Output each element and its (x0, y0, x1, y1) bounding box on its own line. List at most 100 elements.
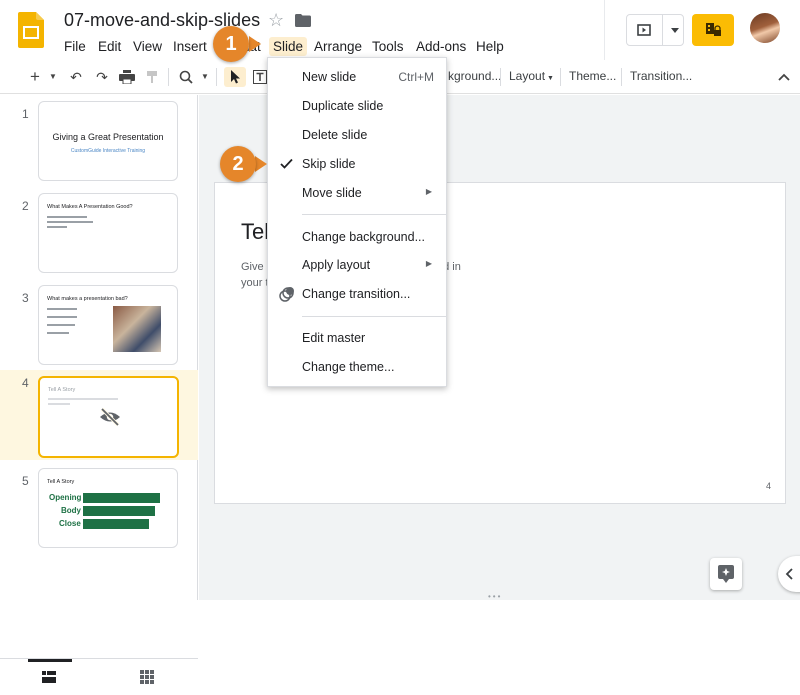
thumbnail-bullet-line (47, 316, 77, 318)
undo-icon[interactable]: ↶ (66, 67, 86, 87)
thumbnail-bullet-line (47, 324, 75, 326)
thumbnail-row-label: Close (59, 519, 81, 528)
filmstrip-view-tabs (0, 658, 198, 695)
slide-menu-dropdown: New slide Ctrl+M Duplicate slide Delete … (267, 57, 447, 387)
slides-logo-icon[interactable] (18, 12, 44, 48)
new-slide-dropdown-icon[interactable]: ▼ (46, 67, 60, 87)
menu-item-change-transition[interactable]: Change transition... (268, 281, 446, 307)
submenu-arrow-icon: ▶ (425, 187, 432, 196)
layout-dropdown-icon: ▼ (547, 75, 554, 82)
share-button[interactable] (692, 14, 734, 46)
thumbnail-bullet-line (47, 216, 87, 218)
menu-arrange[interactable]: Arrange (314, 37, 362, 56)
filmstrip-row[interactable]: 1 Giving a Great Presentation CustomGuid… (0, 101, 198, 191)
slide-body-line[interactable]: your t (241, 277, 269, 289)
select-tool-icon[interactable] (224, 67, 246, 87)
thumbnail-bullet-line (48, 398, 118, 400)
menu-item-label: Delete slide (302, 128, 368, 142)
slide-number: 3 (22, 291, 29, 305)
present-icon (637, 24, 651, 36)
toolbar-separator (621, 68, 622, 86)
menu-item-move-slide[interactable]: Move slide ▶ (268, 180, 446, 206)
thumbnail-bullet-line (47, 308, 77, 310)
filmstrip-row[interactable]: 5 Tell A Story Opening Body Close (0, 468, 198, 558)
menu-tools[interactable]: Tools (372, 37, 404, 56)
layout-label: Layout (509, 69, 546, 83)
menu-item-apply-layout[interactable]: Apply layout ▶ (268, 252, 446, 278)
filmstrip-row[interactable]: 3 What makes a presentation bad? (0, 285, 198, 375)
submenu-arrow-icon: ▶ (425, 259, 432, 268)
thumbnail-bar (83, 519, 149, 529)
menu-item-edit-master[interactable]: Edit master (268, 325, 446, 351)
user-avatar[interactable] (750, 13, 780, 43)
menu-item-label: Duplicate slide (302, 99, 384, 113)
folder-icon[interactable] (295, 14, 311, 27)
thumbnail-bullet-line (47, 332, 69, 334)
slide-thumbnail[interactable]: What makes a presentation bad? (38, 285, 178, 365)
thumbnail-title: What makes a presentation bad? (47, 296, 128, 302)
thumbnail-bullet-line (47, 226, 67, 228)
menu-separator (302, 214, 446, 215)
theme-button[interactable]: Theme... (569, 69, 616, 83)
slide-page-number: 4 (765, 481, 771, 491)
menu-help[interactable]: Help (476, 37, 504, 56)
slide-title[interactable]: Tel (241, 219, 269, 245)
present-dropdown-icon[interactable] (671, 28, 679, 33)
star-icon[interactable]: ☆ (268, 10, 284, 31)
collapse-menus-icon[interactable] (778, 68, 790, 84)
slide-body-line[interactable]: Give (241, 261, 264, 273)
menu-item-label: Apply layout (302, 258, 371, 272)
active-tab-indicator (28, 659, 72, 662)
filmstrip-row-selected[interactable]: 4 Tell A Story (0, 370, 198, 460)
header-divider (604, 0, 605, 60)
menu-item-duplicate-slide[interactable]: Duplicate slide (268, 93, 446, 119)
menu-item-label: Change theme... (302, 360, 395, 374)
thumbnail-title: What Makes A Presentation Good? (47, 204, 133, 210)
zoom-icon[interactable] (176, 67, 196, 87)
toolbar-separator (216, 68, 217, 86)
filmstrip-row[interactable]: 2 What Makes A Presentation Good? (0, 193, 198, 283)
menu-item-label: Change background... (302, 230, 426, 244)
explore-button[interactable] (710, 558, 742, 590)
redo-icon[interactable]: ↷ (92, 67, 112, 87)
menu-item-delete-slide[interactable]: Delete slide (268, 122, 446, 148)
menu-slide[interactable]: Slide (269, 37, 308, 56)
menu-file[interactable]: File (64, 37, 86, 56)
filmstrip-view-icon[interactable] (42, 671, 56, 683)
thumbnail-bar (83, 506, 155, 516)
paint-format-icon[interactable] (144, 67, 162, 87)
menu-view[interactable]: View (133, 37, 162, 56)
slide-number: 2 (22, 199, 29, 213)
slide-thumbnail[interactable]: Giving a Great Presentation CustomGuide … (38, 101, 178, 181)
explore-icon (718, 565, 734, 583)
transition-button[interactable]: Transition... (630, 69, 692, 83)
menu-item-change-background[interactable]: Change background... (268, 224, 446, 250)
share-lock-icon (706, 23, 721, 36)
grid-view-icon[interactable] (140, 670, 154, 684)
menu-item-skip-slide[interactable]: Skip slide (268, 151, 446, 177)
menu-item-new-slide[interactable]: New slide Ctrl+M (268, 64, 446, 90)
present-button[interactable] (626, 14, 684, 46)
slide-thumbnail[interactable]: What Makes A Presentation Good? (38, 193, 178, 273)
thumbnail-bullet-line (48, 403, 70, 405)
print-icon[interactable] (118, 67, 136, 87)
slide-number: 5 (22, 474, 29, 488)
thumbnail-bullet-line (47, 221, 93, 223)
slide-thumbnail[interactable]: Tell A Story Opening Body Close (38, 468, 178, 548)
step-1-callout: 1 (213, 26, 249, 62)
app-header: 07-move-and-skip-slides ☆ File Edit View… (0, 0, 800, 60)
layout-button[interactable]: Layout ▼ (509, 69, 554, 83)
menu-item-change-theme[interactable]: Change theme... (268, 354, 446, 380)
step-2-callout: 2 (220, 146, 256, 182)
background-button[interactable]: kground... (448, 69, 501, 83)
menu-addons[interactable]: Add-ons (416, 37, 466, 56)
slide-thumbnail-selected[interactable]: Tell A Story (38, 376, 179, 458)
menu-edit[interactable]: Edit (98, 37, 121, 56)
chevron-left-icon (785, 568, 793, 580)
menu-insert[interactable]: Insert (173, 37, 207, 56)
new-slide-icon[interactable]: + (24, 67, 46, 87)
zoom-dropdown-icon[interactable]: ▼ (198, 67, 212, 87)
thumbnail-photo (113, 306, 161, 352)
slide-filmstrip: 1 Giving a Great Presentation CustomGuid… (0, 95, 198, 695)
callout-pointer (255, 156, 267, 172)
